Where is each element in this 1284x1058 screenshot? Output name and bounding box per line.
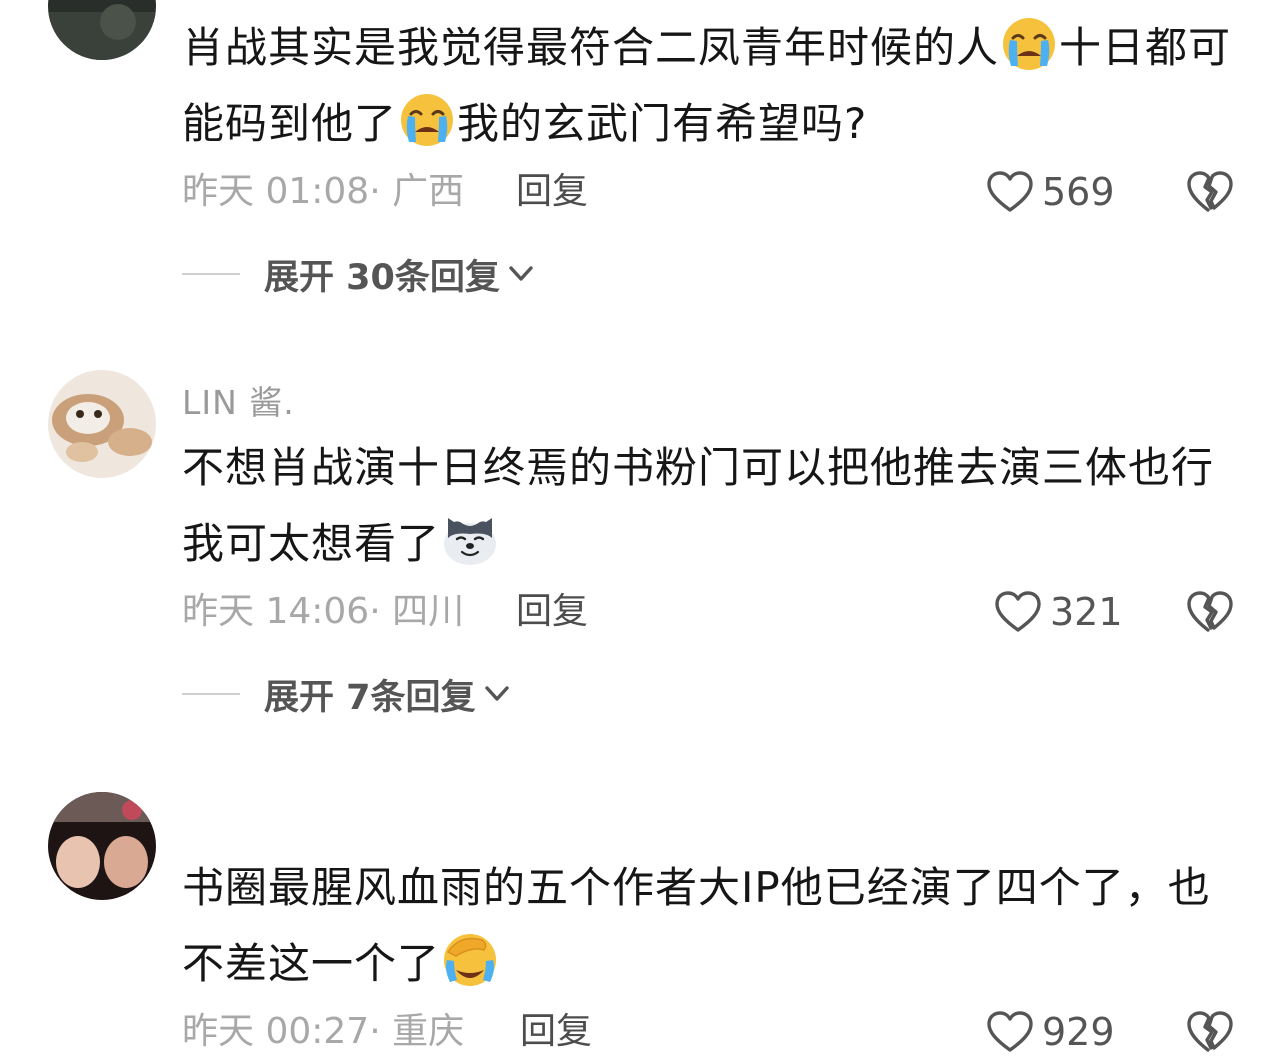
heart-outline-icon (987, 1011, 1033, 1052)
expand-replies[interactable]: 展开 30条回复 (182, 248, 534, 300)
broken-heart-icon[interactable] (1186, 170, 1234, 214)
heart-outline-icon (995, 591, 1041, 632)
broken-heart-icon[interactable] (1186, 590, 1234, 634)
heart-outline-icon (987, 171, 1033, 212)
reply-button[interactable]: 回复 (520, 1006, 592, 1058)
comment-meta: 昨天 00:27· 重庆 (182, 1006, 464, 1058)
expand-replies[interactable]: 展开 7条回复 (182, 668, 510, 720)
comment-text: 不想肖战演十日终焉的书粉门可以把他推去演三体也行 我可太想看了 (182, 443, 1215, 568)
avatar[interactable] (48, 792, 156, 900)
face-palm-crying-icon (443, 933, 497, 987)
location: · 四川 (369, 591, 465, 632)
like-count: 929 (1042, 1010, 1115, 1054)
chevron-down-icon (509, 266, 533, 281)
expand-replies-label: 展开 30条回复 (264, 257, 500, 298)
like-count: 569 (1042, 170, 1115, 214)
like-button[interactable]: 929 (986, 1006, 1115, 1058)
husky-doge-face-icon (442, 516, 498, 567)
like-count: 321 (1050, 590, 1123, 634)
timestamp: 昨天 14:06 (182, 591, 370, 632)
location: · 重庆 (369, 1011, 465, 1052)
loudly-crying-face-icon (1001, 16, 1057, 72)
timestamp: 昨天 01:08 (182, 171, 370, 212)
avatar[interactable] (48, 370, 156, 478)
chevron-down-icon (484, 686, 509, 701)
comment-text: 书圈最腥风血雨的五个作者大IP他已经演了四个了，也不差这一个了 (182, 863, 1211, 988)
comment-text: 肖战其实是我觉得最符合二凤青年时候的人 十日都可能码到他了 我的玄武门有希望吗? (182, 10, 1242, 162)
broken-heart-icon[interactable] (1186, 1010, 1234, 1054)
comment-meta: 昨天 01:08· 广西 (182, 166, 464, 218)
like-button[interactable]: 321 (994, 586, 1123, 638)
avatar[interactable] (48, 0, 156, 60)
reply-button[interactable]: 回复 (516, 586, 588, 638)
like-button[interactable]: 569 (986, 166, 1115, 218)
divider (182, 693, 240, 695)
reply-button[interactable]: 回复 (516, 166, 588, 218)
loudly-crying-face-icon (399, 92, 455, 148)
timestamp: 昨天 00:27 (182, 1011, 370, 1052)
expand-replies-label: 展开 7条回复 (264, 677, 476, 718)
location: · 广西 (369, 171, 465, 212)
comment-meta: 昨天 14:06· 四川 (182, 586, 464, 638)
divider (182, 273, 240, 275)
username[interactable]: LIN 酱. (182, 376, 295, 424)
